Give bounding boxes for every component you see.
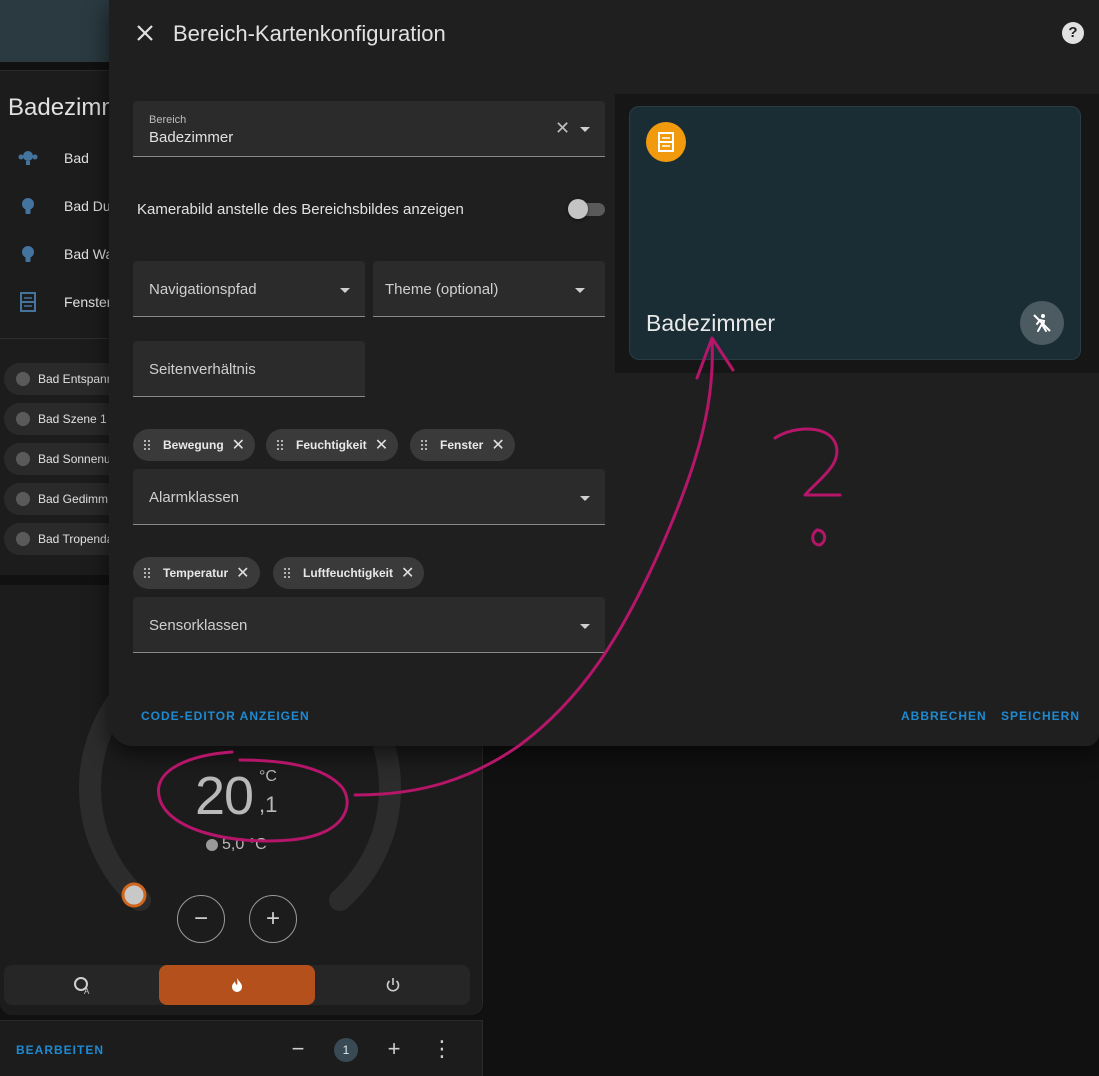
entity-label: Bad [64, 150, 89, 166]
bulb-icon [22, 246, 34, 262]
camera-toggle-knob[interactable] [568, 199, 588, 219]
minus-icon[interactable]: − [286, 1036, 310, 1062]
decrease-temperature-button[interactable]: − [177, 895, 225, 943]
lamp-group-icon [18, 151, 38, 165]
mode-off-button[interactable] [315, 965, 470, 1005]
fire-icon [232, 978, 242, 992]
card-title: Badezimm [8, 94, 122, 121]
theme-select[interactable]: Theme (optional) [373, 261, 605, 317]
sensor-chip-temperatur[interactable]: Temperatur ✕ [133, 557, 260, 589]
clear-icon[interactable]: ✕ [555, 118, 570, 139]
drag-handle-icon[interactable] [420, 439, 428, 451]
close-icon[interactable] [134, 22, 156, 44]
palette-icon [16, 452, 30, 466]
entity-label: Bad Wa [64, 246, 114, 262]
area-value: Badezimmer [149, 129, 234, 146]
remove-chip-icon[interactable]: ✕ [491, 435, 504, 455]
mode-auto-button[interactable]: A [4, 965, 159, 1005]
drag-handle-icon[interactable] [276, 439, 284, 451]
sensor-chip-luftfeuchtigkeit[interactable]: Luftfeuchtigkeit ✕ [273, 557, 425, 589]
temperature-decimal: ,1 [259, 792, 278, 817]
area-label: Bereich [149, 114, 187, 126]
target-temperature: 5,0 °C [206, 836, 267, 854]
help-icon[interactable]: ? [1062, 22, 1084, 44]
motion-off-icon [1033, 314, 1051, 332]
save-button[interactable]: SPEICHERN [1001, 709, 1080, 723]
drag-handle-icon[interactable] [143, 567, 151, 579]
thermometer-icon [206, 839, 218, 851]
chevron-down-icon[interactable] [340, 288, 350, 293]
palette-icon [16, 492, 30, 506]
sensor-classes-select[interactable]: Sensorklassen [133, 597, 605, 653]
dialog-title: Bereich-Kartenkonfiguration [173, 21, 446, 46]
alarm-chip-fenster[interactable]: Fenster ✕ [410, 429, 515, 461]
thermostat-auto-icon: A [73, 977, 90, 995]
alarm-chip-bewegung[interactable]: Bewegung ✕ [133, 429, 256, 461]
chevron-down-icon[interactable] [580, 127, 590, 132]
svg-text:A: A [84, 987, 90, 995]
chevron-down-icon[interactable] [580, 624, 590, 629]
window-icon [646, 122, 686, 162]
drag-handle-icon[interactable] [283, 567, 291, 579]
cancel-button[interactable]: ABBRECHEN [901, 709, 987, 723]
current-temperature: 20 [195, 766, 254, 826]
increase-temperature-button[interactable]: + [249, 895, 297, 943]
entity-label: Bad Du [64, 198, 111, 214]
plus-icon[interactable]: + [382, 1036, 406, 1062]
remove-chip-icon[interactable]: ✕ [236, 563, 249, 583]
preview-area-name: Badezimmer [646, 310, 776, 336]
bulb-icon [22, 198, 34, 214]
chevron-down-icon[interactable] [575, 288, 585, 293]
palette-icon [16, 532, 30, 546]
navigation-path-select[interactable]: Navigationspfad [133, 261, 365, 317]
page-badge: 1 [334, 1038, 358, 1062]
dial-handle [121, 882, 147, 908]
palette-icon [16, 372, 30, 386]
remove-chip-icon[interactable]: ✕ [375, 435, 388, 455]
alarm-classes-select[interactable]: Alarmklassen [133, 469, 605, 525]
window-icon [20, 292, 36, 312]
drag-handle-icon[interactable] [143, 439, 151, 451]
code-editor-button[interactable]: CODE-EDITOR ANZEIGEN [141, 709, 310, 723]
remove-chip-icon[interactable]: ✕ [401, 563, 414, 583]
camera-toggle-label: Kamerabild anstelle des Bereichsbildes a… [137, 201, 464, 218]
power-icon [386, 978, 399, 992]
edit-button[interactable]: BEARBEITEN [16, 1043, 104, 1057]
temperature-unit: °C [259, 768, 277, 785]
aspect-ratio-input[interactable]: Seitenverhältnis [133, 341, 365, 397]
more-vert-icon[interactable]: ⋮ [430, 1036, 454, 1062]
alarm-chip-feuchtigkeit[interactable]: Feuchtigkeit ✕ [266, 429, 399, 461]
entity-label: Fenster [64, 294, 112, 310]
remove-chip-icon[interactable]: ✕ [232, 435, 245, 455]
area-select[interactable]: Bereich Badezimmer ✕ [133, 101, 605, 157]
chevron-down-icon[interactable] [580, 496, 590, 501]
mode-heat-button[interactable] [159, 965, 315, 1005]
palette-icon [16, 412, 30, 426]
motion-off-button[interactable] [1020, 301, 1064, 345]
